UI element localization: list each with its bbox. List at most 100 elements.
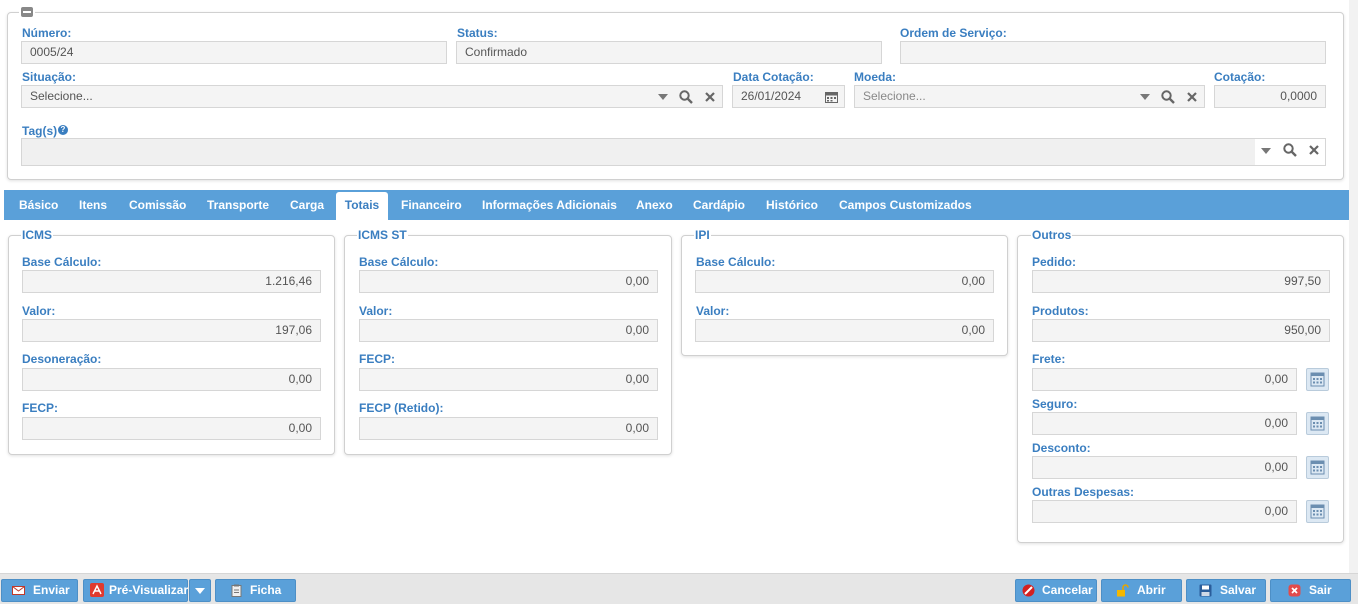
ficha-label: Ficha	[250, 583, 282, 597]
close-icon[interactable]	[705, 92, 715, 102]
chevron-down-icon[interactable]	[658, 94, 668, 100]
icms-st-fecp-retido-label: FECP (Retido):	[359, 401, 444, 415]
outros-outras-despesas-label: Outras Despesas:	[1032, 485, 1135, 499]
icms-title: ICMS	[21, 228, 53, 242]
exit-icon	[1288, 584, 1301, 597]
numero-field[interactable]: 0005/24	[21, 41, 447, 64]
outros-outras-despesas-field[interactable]: 0,00	[1032, 500, 1297, 523]
icms-fecp-field[interactable]: 0,00	[22, 417, 321, 440]
cancelar-label: Cancelar	[1042, 583, 1093, 597]
tags-label: Tag(s)	[22, 124, 58, 138]
calendar-icon[interactable]	[825, 91, 838, 103]
ipi-valor-label: Valor:	[696, 304, 730, 318]
calculator-icon	[1310, 504, 1325, 519]
ficha-button[interactable]: Ficha	[215, 579, 296, 602]
tab-totais[interactable]: Totais	[336, 192, 388, 220]
ordem-servico-label: Ordem de Serviço:	[900, 26, 1007, 40]
icms-base-calculo-field[interactable]: 1.216,46	[22, 270, 321, 293]
tab-carga[interactable]: Carga	[290, 190, 324, 220]
moeda-select[interactable]: Selecione...	[854, 85, 1205, 108]
search-icon[interactable]	[1161, 90, 1175, 104]
cotacao-field[interactable]: 0,0000	[1214, 85, 1326, 108]
search-icon[interactable]	[679, 90, 693, 104]
icms-desoneracao-field[interactable]: 0,00	[22, 368, 321, 391]
ipi-base-calculo-field[interactable]: 0,00	[695, 270, 994, 293]
icms-st-fecp-field[interactable]: 0,00	[359, 368, 658, 391]
cancelar-button[interactable]: Cancelar	[1015, 579, 1097, 602]
icms-base-calculo-label: Base Cálculo:	[22, 255, 102, 269]
sair-label: Sair	[1309, 583, 1332, 597]
scrollbar[interactable]	[1349, 0, 1358, 573]
icms-st-base-calculo-field[interactable]: 0,00	[359, 270, 658, 293]
icms-valor-label: Valor:	[22, 304, 56, 318]
cotacao-label: Cotação:	[1214, 70, 1266, 84]
ordem-servico-field[interactable]	[900, 41, 1326, 64]
enviar-button[interactable]: Enviar	[1, 579, 78, 602]
desconto-calculator-button[interactable]	[1306, 456, 1329, 479]
enviar-label: Enviar	[33, 583, 70, 597]
save-icon	[1199, 584, 1212, 597]
close-icon[interactable]	[1187, 92, 1197, 102]
ipi-valor-field[interactable]: 0,00	[695, 319, 994, 342]
salvar-label: Salvar	[1220, 583, 1257, 597]
numero-label: Número:	[22, 26, 72, 40]
help-icon[interactable]: ?	[58, 125, 68, 135]
tab-itens[interactable]: Itens	[79, 190, 107, 220]
icms-st-valor-field[interactable]: 0,00	[359, 319, 658, 342]
outros-produtos-label: Produtos:	[1032, 304, 1089, 318]
tab-bar: Básico Itens Comissão Transporte Carga T…	[4, 190, 1349, 220]
pre-visualizar-dropdown[interactable]	[189, 579, 211, 602]
tab-basico[interactable]: Básico	[19, 190, 58, 220]
chevron-down-icon[interactable]	[1261, 148, 1271, 154]
outros-seguro-field[interactable]: 0,00	[1032, 412, 1297, 435]
icms-desoneracao-label: Desoneração:	[22, 352, 102, 366]
frete-calculator-button[interactable]	[1306, 368, 1329, 391]
moeda-label: Moeda:	[854, 70, 896, 84]
outros-pedido-label: Pedido:	[1032, 255, 1076, 269]
tab-campos-customizados[interactable]: Campos Customizados	[839, 190, 972, 220]
tab-cardapio[interactable]: Cardápio	[693, 190, 745, 220]
envelope-icon	[12, 586, 25, 595]
outros-frete-label: Frete:	[1032, 352, 1066, 366]
icms-st-base-calculo-label: Base Cálculo:	[359, 255, 439, 269]
pdf-icon	[90, 583, 104, 597]
collapse-button[interactable]	[19, 6, 35, 20]
icms-st-valor-label: Valor:	[359, 304, 393, 318]
icms-valor-field[interactable]: 197,06	[22, 319, 321, 342]
pre-visualizar-label: Pré-Visualizar	[109, 583, 189, 597]
tab-historico[interactable]: Histórico	[766, 190, 818, 220]
tab-informacoes-adicionais[interactable]: Informações Adicionais	[482, 190, 617, 220]
outras-despesas-calculator-button[interactable]	[1306, 500, 1329, 523]
outros-produtos-field[interactable]: 950,00	[1032, 319, 1330, 342]
outros-desconto-field[interactable]: 0,00	[1032, 456, 1297, 479]
icms-st-fecp-retido-field[interactable]: 0,00	[359, 417, 658, 440]
status-field[interactable]: Confirmado	[456, 41, 882, 64]
chevron-down-icon[interactable]	[1140, 94, 1150, 100]
cancel-icon	[1022, 584, 1035, 597]
icms-st-fecp-label: FECP:	[359, 352, 395, 366]
abrir-label: Abrir	[1137, 583, 1166, 597]
tab-transporte[interactable]: Transporte	[207, 190, 269, 220]
outros-frete-field[interactable]: 0,00	[1032, 368, 1297, 391]
pre-visualizar-button[interactable]: Pré-Visualizar	[83, 579, 188, 602]
close-icon[interactable]	[1309, 145, 1319, 155]
icms-st-title: ICMS ST	[357, 228, 408, 242]
tags-input[interactable]	[21, 138, 1326, 166]
tab-comissao[interactable]: Comissão	[129, 190, 186, 220]
icms-fecp-label: FECP:	[22, 401, 58, 415]
calculator-icon	[1310, 372, 1325, 387]
situacao-select[interactable]: Selecione...	[21, 85, 723, 108]
tab-anexo[interactable]: Anexo	[636, 190, 673, 220]
unlock-icon	[1117, 584, 1129, 597]
calculator-icon	[1310, 416, 1325, 431]
seguro-calculator-button[interactable]	[1306, 412, 1329, 435]
tab-financeiro[interactable]: Financeiro	[401, 190, 462, 220]
outros-pedido-field[interactable]: 997,50	[1032, 270, 1330, 293]
search-icon[interactable]	[1283, 143, 1297, 157]
situacao-label: Situação:	[22, 70, 77, 84]
abrir-button[interactable]: Abrir	[1101, 579, 1182, 602]
sair-button[interactable]: Sair	[1270, 579, 1351, 602]
status-label: Status:	[457, 26, 498, 40]
ipi-title: IPI	[694, 228, 711, 242]
salvar-button[interactable]: Salvar	[1186, 579, 1266, 602]
